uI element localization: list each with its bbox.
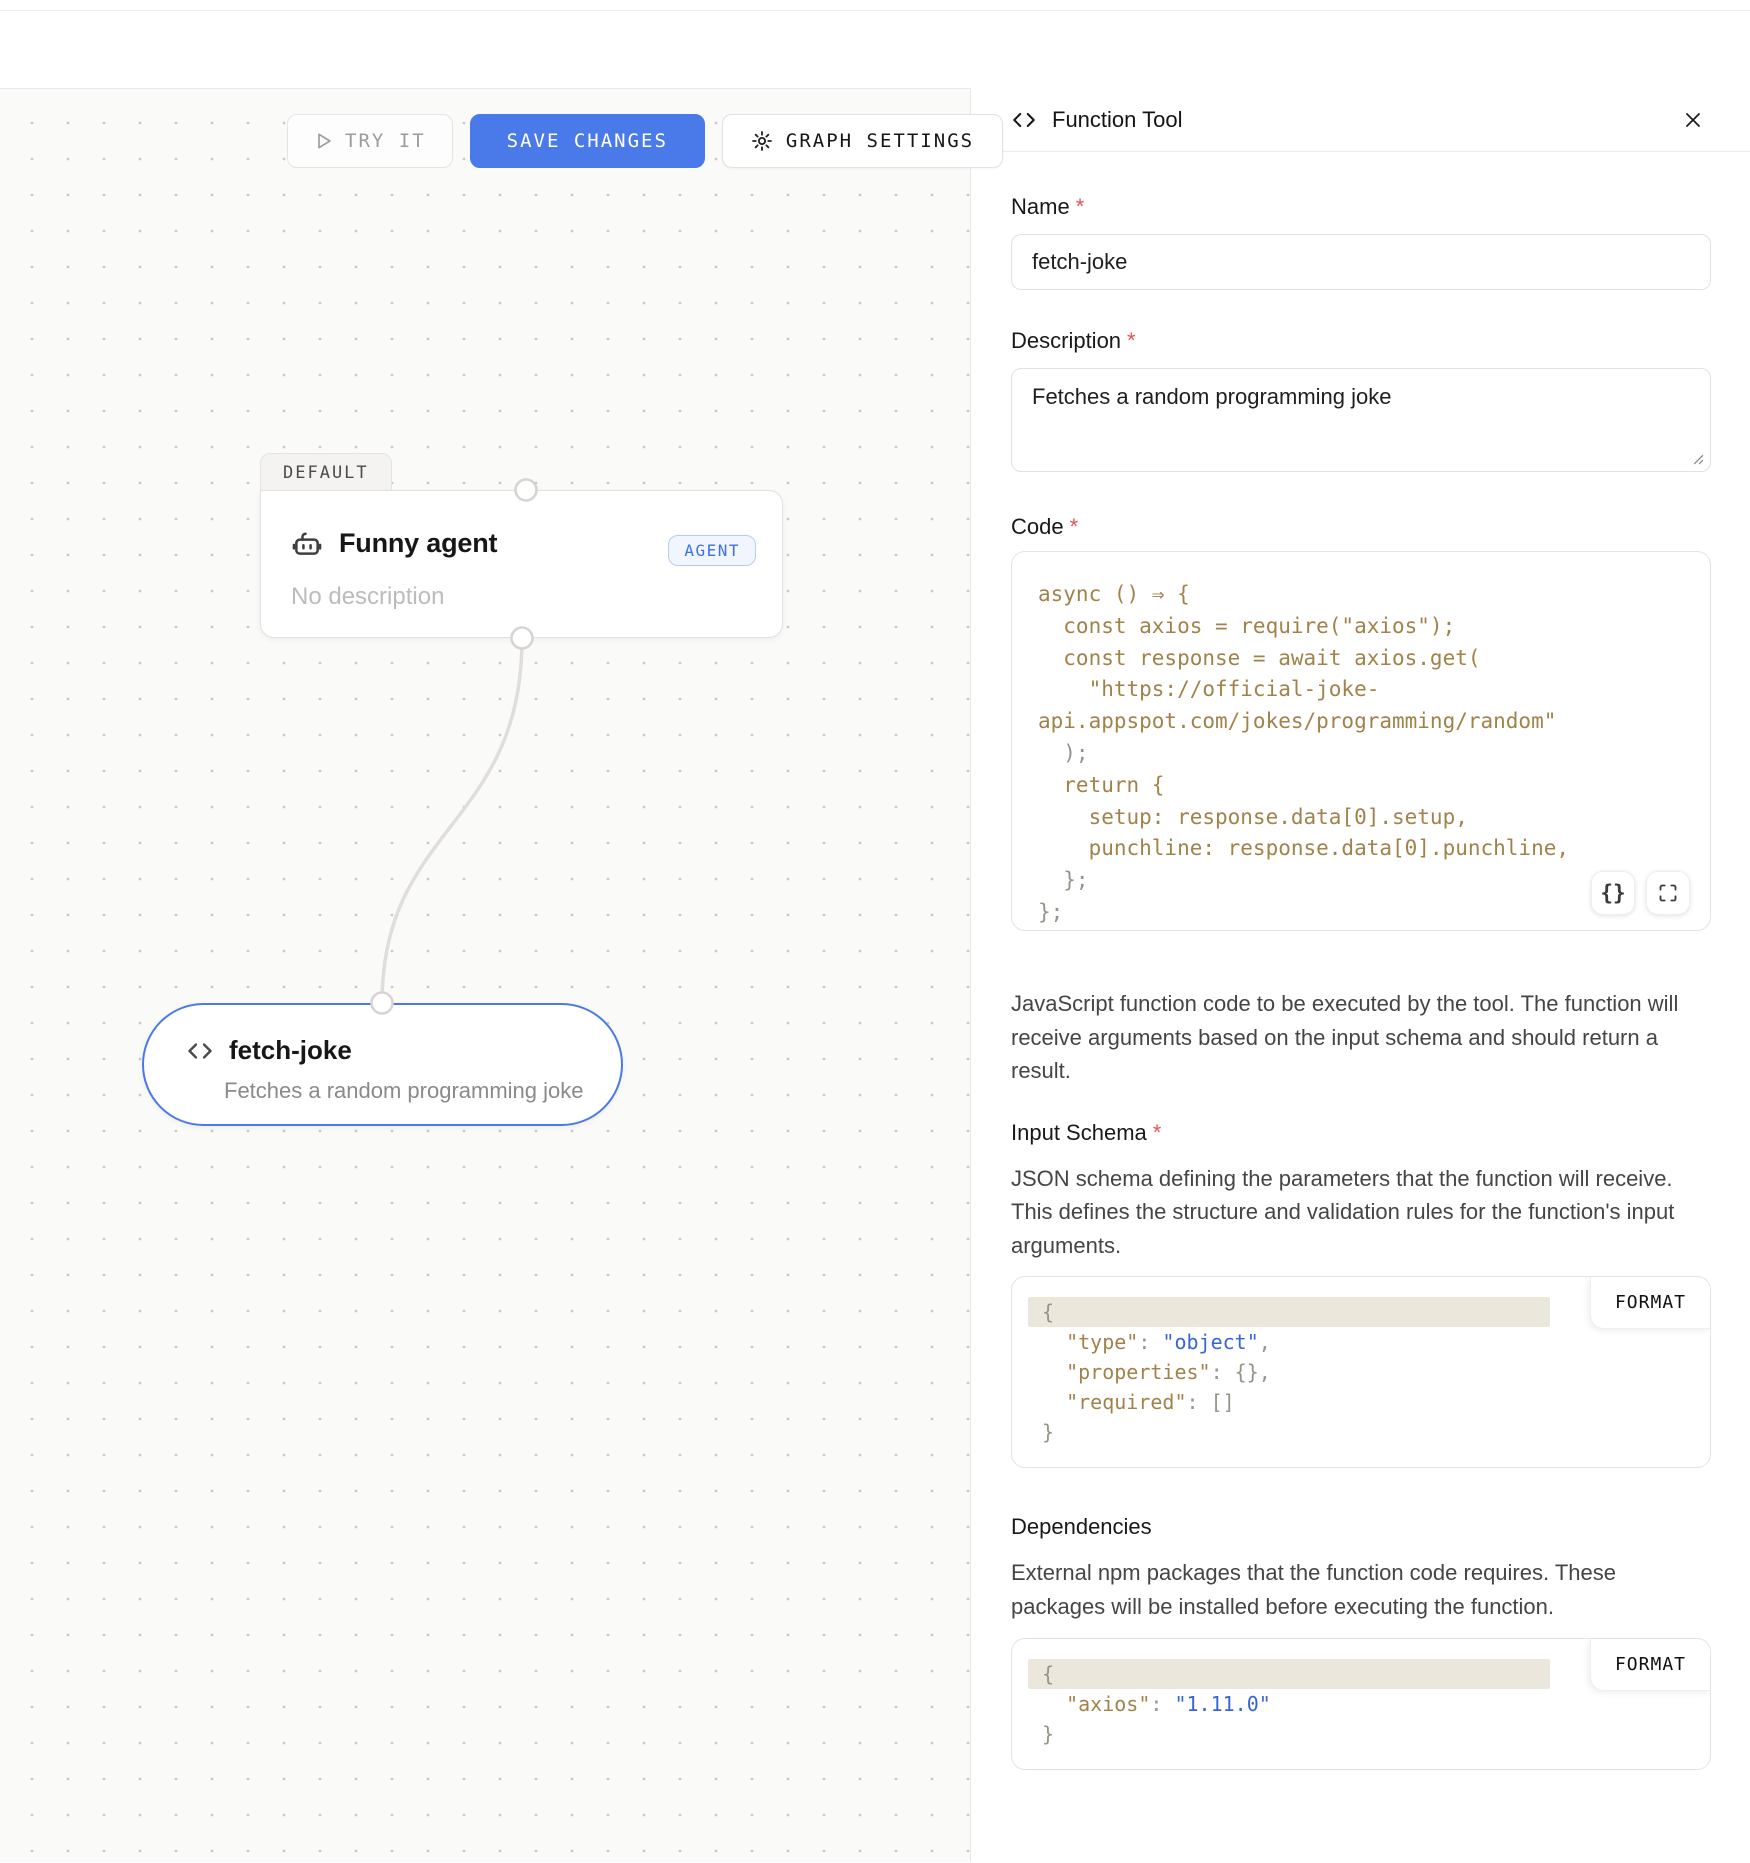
input-schema-label: Input Schema* (1011, 1120, 1710, 1146)
tool-node-title: fetch-joke (229, 1035, 352, 1066)
code-line: return { (1038, 770, 1690, 802)
window-top-divider (0, 10, 1750, 11)
tool-node-fetch-joke[interactable]: fetch-joke Fetches a random programming … (142, 1003, 623, 1126)
format-button[interactable]: FORMAT (1590, 1639, 1710, 1691)
code-line: punchline: response.data[0].punchline, (1038, 833, 1690, 865)
dependencies-label: Dependencies (1011, 1514, 1710, 1540)
tool-node-description: Fetches a random programming joke (224, 1078, 584, 1104)
canvas-toolbar: TRY IT SAVE CHANGES GRAPH SETTINGS (287, 114, 1003, 168)
agent-node-funny-agent[interactable]: Funny agent AGENT No description (260, 490, 783, 638)
graph-settings-label: GRAPH SETTINGS (786, 130, 974, 152)
dependencies-editor[interactable]: FORMAT { "axios": "1.11.0"} (1011, 1638, 1711, 1770)
code-line: setup: response.data[0].setup, (1038, 802, 1690, 834)
group-tab-default[interactable]: DEFAULT (260, 453, 392, 491)
required-asterisk: * (1076, 194, 1085, 219)
format-braces-button[interactable]: {} (1591, 871, 1635, 915)
function-tool-panel: Function Tool Name* Description* Code* {… (970, 88, 1750, 1862)
name-label: Name* (1011, 194, 1710, 220)
graph-settings-button[interactable]: GRAPH SETTINGS (722, 114, 1003, 168)
resize-handle-icon[interactable] (1691, 452, 1704, 465)
dependencies-help-text: External npm packages that the function … (1011, 1556, 1701, 1623)
required-asterisk: * (1153, 1120, 1162, 1145)
try-it-button[interactable]: TRY IT (287, 114, 453, 168)
description-label: Description* (1011, 328, 1710, 354)
input-schema-editor[interactable]: FORMAT { "type": "object", "properties":… (1011, 1276, 1711, 1468)
code-line: ); (1038, 738, 1690, 770)
code-line: const response = await axios.get( (1038, 643, 1690, 675)
graph-canvas[interactable]: TRY IT SAVE CHANGES GRAPH SETTINGS DEFAU… (0, 88, 970, 1862)
code-line: api.appspot.com/jokes/programming/random… (1038, 706, 1690, 738)
group-tab-label: DEFAULT (283, 463, 369, 483)
input-schema-help-text: JSON schema defining the parameters that… (1011, 1162, 1701, 1263)
code-editor[interactable]: {} async () ⇒ { const axios = require("a… (1011, 551, 1711, 931)
code-help-text: JavaScript function code to be executed … (1011, 987, 1701, 1088)
code-editor-actions: {} (1591, 871, 1690, 915)
code-label: Code* (1011, 514, 1710, 540)
code-line: "type": "object", (1042, 1327, 1690, 1357)
code-icon (186, 1037, 214, 1065)
format-button[interactable]: FORMAT (1590, 1277, 1710, 1329)
code-line: async () ⇒ { (1038, 579, 1690, 611)
required-asterisk: * (1070, 514, 1079, 539)
agent-type-badge: AGENT (668, 535, 756, 566)
panel-title: Function Tool (1052, 107, 1182, 133)
robot-icon (291, 527, 323, 559)
panel-header: Function Tool (971, 88, 1750, 152)
code-line: } (1042, 1719, 1690, 1749)
code-line: { (1028, 1659, 1550, 1689)
agent-node-title: Funny agent (339, 528, 497, 559)
code-line: "axios": "1.11.0" (1042, 1689, 1690, 1719)
code-line: } (1042, 1417, 1690, 1447)
save-changes-label: SAVE CHANGES (507, 130, 668, 152)
required-asterisk: * (1127, 328, 1136, 353)
code-line: "required": [] (1042, 1387, 1690, 1417)
graph-edges-layer (0, 89, 970, 1863)
agent-node-description: No description (291, 583, 444, 611)
code-icon (1011, 107, 1037, 133)
name-input[interactable] (1011, 234, 1711, 290)
fullscreen-button[interactable] (1646, 871, 1690, 915)
save-changes-button[interactable]: SAVE CHANGES (470, 114, 705, 168)
maximize-icon (1658, 883, 1678, 903)
code-line: "https://official-joke- (1038, 674, 1690, 706)
gear-icon (751, 130, 773, 152)
code-line: "properties": {}, (1042, 1357, 1690, 1387)
edge-agent-to-tool (382, 639, 522, 1003)
description-textarea[interactable] (1011, 368, 1711, 472)
play-icon (314, 131, 334, 151)
code-line: { (1028, 1297, 1550, 1327)
close-button[interactable] (1678, 105, 1708, 135)
try-it-label: TRY IT (345, 130, 426, 152)
code-line: const axios = require("axios"); (1038, 611, 1690, 643)
